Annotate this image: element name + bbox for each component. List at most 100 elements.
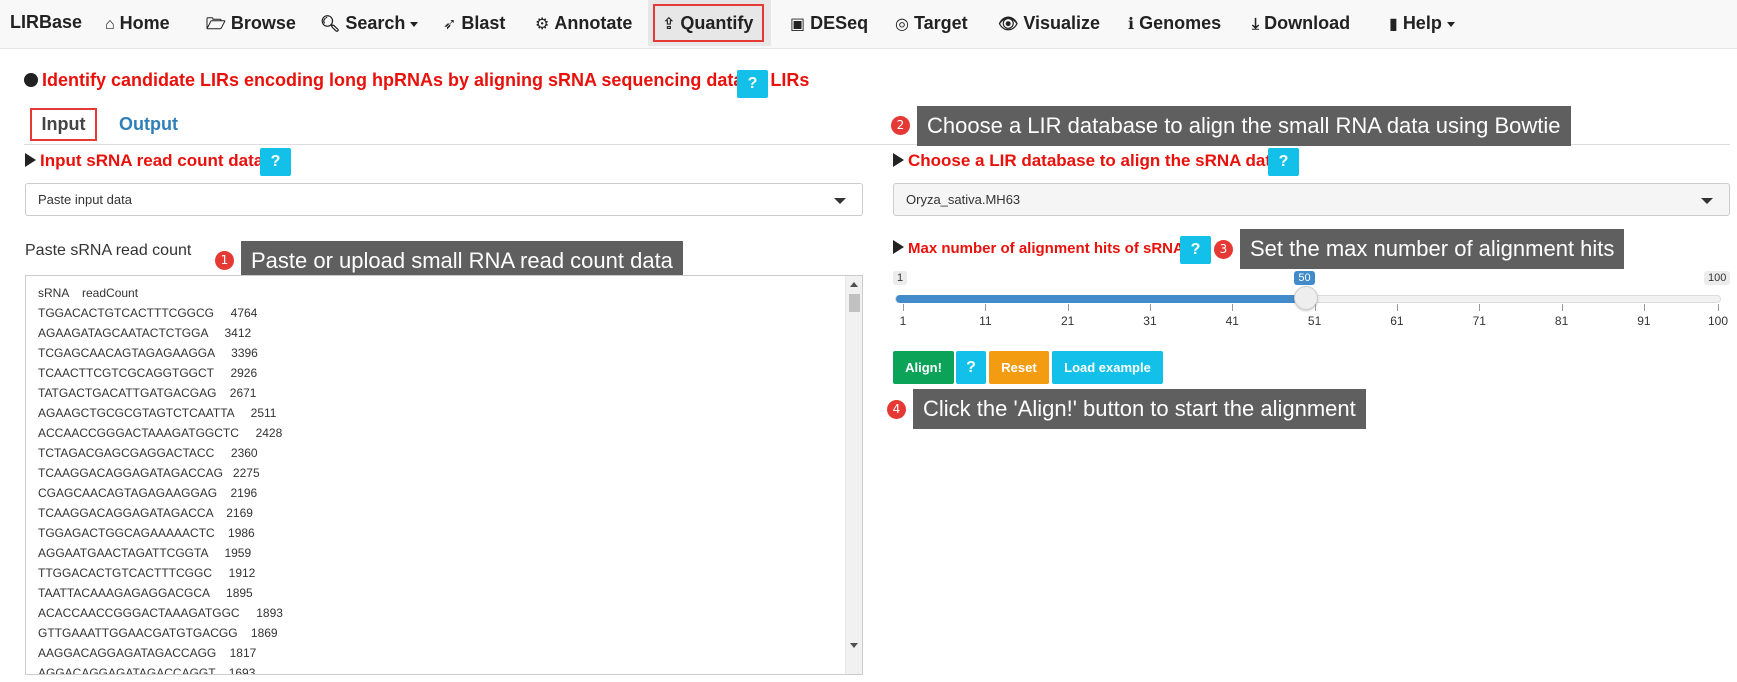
triangle-right-icon	[893, 240, 904, 254]
nav-genomes[interactable]: ℹ Genomes	[1128, 0, 1221, 46]
read-count-textarea[interactable]: sRNA readCount TGGACACTGTCACTTTCGGCG 4764…	[25, 275, 863, 675]
nav-deseq[interactable]: ▣ DESeq	[790, 0, 868, 46]
slider-tick-label: 91	[1637, 314, 1651, 328]
textarea-line: sRNA readCount	[38, 286, 139, 300]
database-section-title: Choose a LIR database to align the sRNA …	[893, 151, 1281, 171]
textarea-line: TAATTACAAAGAGAGGACGCA 1895	[38, 586, 253, 600]
slider-tick-label: 81	[1554, 314, 1569, 328]
step-badge-4: 4	[887, 400, 906, 419]
slider-tick	[1396, 304, 1398, 311]
nav-help[interactable]: ▮ Help	[1389, 0, 1455, 46]
slider-tick-label: 1	[899, 314, 907, 328]
nav-target[interactable]: ◎ Target	[895, 0, 968, 46]
s-box-icon: ▣	[790, 16, 806, 33]
slider-tick	[1067, 304, 1069, 311]
textarea-line: TGGACACTGTCACTTTCGGCG 4764	[38, 306, 258, 320]
textarea-line: TCGAGCAACAGTAGAGAAGGA 3396	[38, 346, 258, 360]
slider-tick	[1561, 304, 1563, 311]
home-icon: ⌂	[105, 16, 115, 33]
slider-tick-label: 51	[1307, 314, 1322, 328]
step-badge-1: 1	[215, 251, 234, 270]
chevron-down-icon	[1446, 21, 1455, 27]
tab-output[interactable]: Output	[119, 114, 178, 135]
textarea-content: sRNA readCount TGGACACTGTCACTTTCGGCG 4764…	[26, 276, 862, 675]
scroll-thumb[interactable]	[849, 294, 860, 312]
input-help-button[interactable]: ?	[260, 148, 291, 176]
textarea-line: CGAGCAACAGTAGAGAAGGAG 2196	[38, 486, 258, 500]
step-badge-3: 3	[1214, 240, 1233, 259]
target-icon: ◎	[895, 16, 909, 33]
tip-2: Choose a LIR database to align the small…	[917, 106, 1571, 146]
slider-max-label: 100	[1704, 271, 1731, 285]
triangle-right-icon	[25, 153, 36, 167]
database-select[interactable]: Oryza_sativa.MH63	[893, 183, 1730, 216]
nav-search[interactable]: 🔍︎ Search	[320, 0, 419, 46]
eye-icon: 👁︎	[998, 16, 1019, 33]
page-headline: Identify candidate LIRs encoding long hp…	[24, 70, 809, 91]
headline-help-button[interactable]: ?	[737, 70, 768, 98]
textarea-line: TATGACTGACATTGATGACGAG 2671	[38, 386, 257, 400]
chevron-down-icon	[1701, 198, 1713, 204]
slider-tick	[1718, 304, 1719, 311]
triangle-right-icon	[893, 153, 904, 167]
textarea-line: TCAAGGACAGGAGATAGACCA 2169	[38, 506, 253, 520]
slider-tick	[1643, 304, 1645, 311]
slider-tick	[985, 304, 987, 311]
textarea-line: TGGAGACTGGCAGAAAAACTC 1986	[38, 526, 255, 540]
nav-blast[interactable]: ➶ Blast	[443, 0, 505, 46]
input-mode-select[interactable]: Paste input data	[25, 183, 863, 216]
book-icon: ▮	[1389, 16, 1398, 33]
slider-tick-label: 100	[1707, 314, 1729, 328]
textarea-line: GTTGAAATTGGAACGATGTGACGG 1869	[38, 626, 278, 640]
nav-browse[interactable]: 🗁 Browse	[206, 0, 296, 46]
textarea-line: TCAAGGACAGGAGATAGACCAG 2275	[38, 466, 260, 480]
hits-help-button[interactable]: ?	[1180, 236, 1211, 264]
tip-3: Set the max number of alignment hits	[1240, 229, 1625, 269]
textarea-line: AGAAGATAGCAATACTCTGGA 3412	[38, 326, 252, 340]
nav-download[interactable]: ⤓ Download	[1252, 0, 1350, 46]
highlight-box	[653, 4, 764, 42]
info-icon: ℹ	[1128, 16, 1135, 33]
chevron-down-icon	[410, 21, 419, 27]
step-badge-2: 2	[891, 116, 910, 135]
nav-home[interactable]: ⌂ Home	[105, 0, 170, 46]
scroll-up-icon[interactable]	[850, 282, 858, 287]
load-example-button[interactable]: Load example	[1052, 351, 1163, 384]
tab-input[interactable]: Input	[30, 108, 97, 141]
slider-tick-label: 11	[979, 314, 992, 328]
slider-tick	[1479, 304, 1481, 311]
textarea-line: AGGAATGAACTAGATTCGGTA 1959	[38, 546, 252, 560]
textarea-line: AAGGACAGGAGATAGACCAGG 1817	[38, 646, 257, 660]
slider-tick	[1149, 304, 1151, 311]
slider-tick-label: 31	[1143, 314, 1157, 328]
database-help-button[interactable]: ?	[1268, 148, 1299, 176]
slider-tick	[1314, 304, 1316, 311]
tip-4: Click the 'Align!' button to start the a…	[913, 389, 1366, 429]
hits-slider-fill	[896, 295, 1308, 303]
textarea-line: ACACCAACCGGGACTAAAGATGGC 1893	[38, 606, 283, 620]
reset-button[interactable]: Reset	[989, 351, 1049, 384]
slider-tick-label: 61	[1390, 314, 1404, 328]
align-button[interactable]: Align!	[893, 351, 954, 384]
textarea-line: TTGGACACTGTCACTTTCGGC 1912	[38, 566, 256, 580]
align-help-button[interactable]: ?	[956, 351, 986, 384]
hits-section-title: Max number of alignment hits of sRNA	[893, 240, 1184, 257]
slider-tick-label: 71	[1472, 314, 1486, 328]
cogs-icon: ⚙	[535, 16, 550, 33]
brand-logo[interactable]: LIRBase	[10, 12, 82, 33]
nav-annotate[interactable]: ⚙ Annotate	[535, 0, 632, 46]
chevron-down-icon	[834, 198, 846, 204]
slider-tick	[903, 304, 904, 311]
folder-open-icon: 🗁	[206, 16, 226, 33]
textarea-line: AGGACAGGAGATAGACCAGGT 1693	[38, 666, 256, 675]
search-icon: 🔍︎	[320, 16, 341, 33]
textarea-line: TCTAGACGAGCGAGGACTACC 2360	[38, 446, 258, 460]
navbar: LIRBase ⌂ Home 🗁 Browse 🔍︎ Search ➶ Blast ⚙ A…	[0, 0, 1737, 49]
bullet-icon	[24, 73, 38, 87]
nav-visualize[interactable]: 👁︎ Visualize	[998, 0, 1100, 46]
slider-tick	[1232, 304, 1234, 311]
scroll-down-icon[interactable]	[850, 643, 858, 648]
slider-value-label: 50	[1294, 271, 1315, 285]
textarea-scrollbar[interactable]	[845, 276, 862, 674]
paste-label: Paste sRNA read count	[25, 242, 192, 259]
